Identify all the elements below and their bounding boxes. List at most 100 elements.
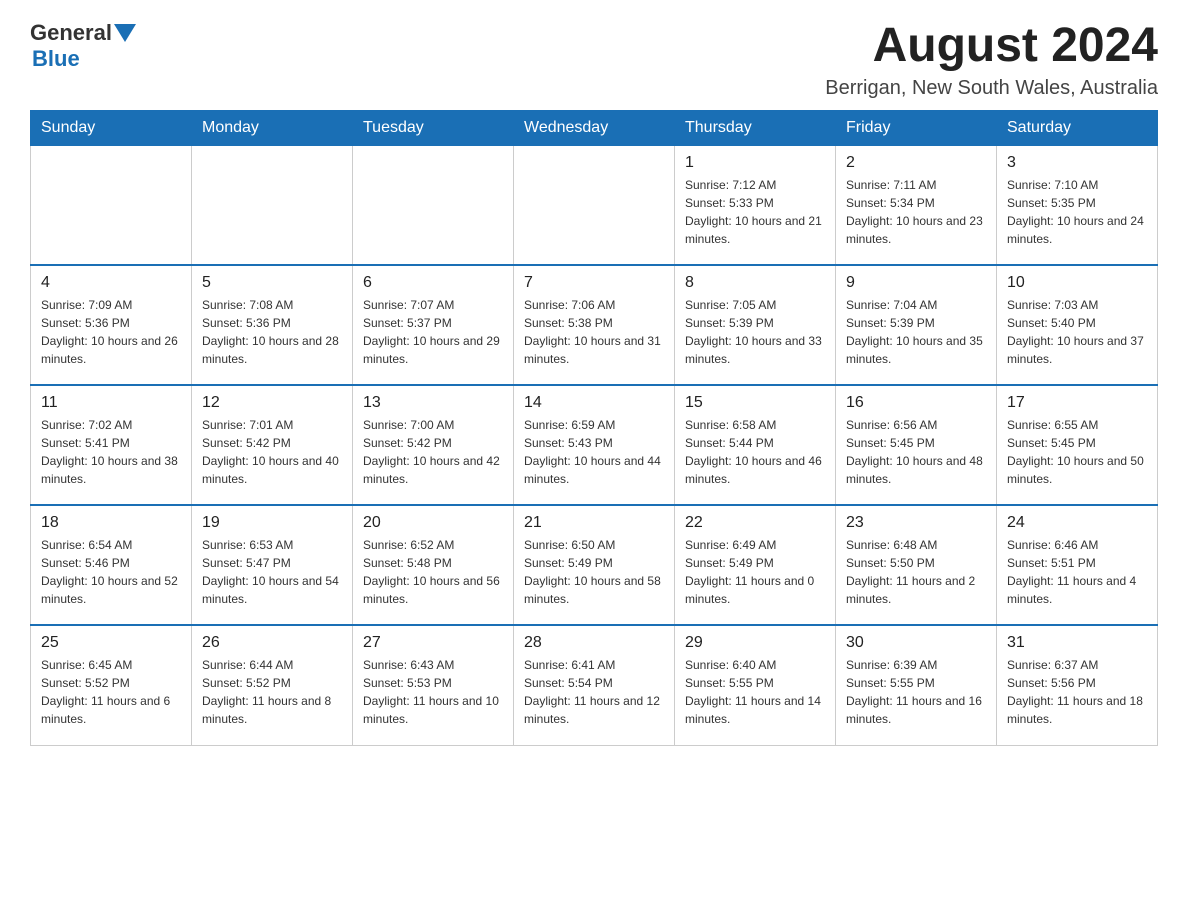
day-info: Sunrise: 6:49 AMSunset: 5:49 PMDaylight:…	[685, 536, 825, 608]
day-number: 18	[41, 514, 181, 532]
calendar-cell: 2Sunrise: 7:11 AMSunset: 5:34 PMDaylight…	[836, 145, 997, 265]
calendar-cell: 31Sunrise: 6:37 AMSunset: 5:56 PMDayligh…	[997, 625, 1158, 745]
day-info: Sunrise: 6:46 AMSunset: 5:51 PMDaylight:…	[1007, 536, 1147, 608]
day-info: Sunrise: 6:52 AMSunset: 5:48 PMDaylight:…	[363, 536, 503, 608]
calendar-cell: 29 Sunrise: 6:40 AMSunset: 5:55 PMDayligh…	[675, 625, 836, 745]
calendar-cell: 18 Sunrise: 6:54 AMSunset: 5:46 PMDayligh…	[31, 505, 192, 625]
day-info: Sunrise: 7:03 AMSunset: 5:40 PMDaylight:…	[1007, 296, 1147, 368]
calendar-cell: 27Sunrise: 6:43 AMSunset: 5:53 PMDayligh…	[353, 625, 514, 745]
day-info: Sunrise: 7:10 AMSunset: 5:35 PMDaylight:…	[1007, 176, 1147, 248]
day-number: 19	[202, 514, 342, 532]
day-number: 6	[363, 274, 503, 292]
day-number: 4	[41, 274, 181, 292]
day-number: 12	[202, 394, 342, 412]
day-info: Sunrise: 6:48 AMSunset: 5:50 PMDaylight:…	[846, 536, 986, 608]
calendar-cell: 22 Sunrise: 6:49 AMSunset: 5:49 PMDayligh…	[675, 505, 836, 625]
calendar-cell	[192, 145, 353, 265]
calendar-week-row: 11 Sunrise: 7:02 AMSunset: 5:41 PMDayligh…	[31, 385, 1158, 505]
day-info: Sunrise: 6:54 AMSunset: 5:46 PMDaylight:…	[41, 536, 181, 608]
day-info: Sunrise: 6:45 AMSunset: 5:52 PMDaylight:…	[41, 656, 181, 728]
main-title: August 2024	[825, 20, 1158, 73]
logo-blue-text: Blue	[32, 46, 80, 72]
day-number: 13	[363, 394, 503, 412]
day-info: Sunrise: 7:07 AMSunset: 5:37 PMDaylight:…	[363, 296, 503, 368]
calendar-cell: 21 Sunrise: 6:50 AMSunset: 5:49 PMDayligh…	[514, 505, 675, 625]
calendar-week-row: 18 Sunrise: 6:54 AMSunset: 5:46 PMDayligh…	[31, 505, 1158, 625]
calendar-cell: 13 Sunrise: 7:00 AMSunset: 5:42 PMDayligh…	[353, 385, 514, 505]
calendar-cell: 20 Sunrise: 6:52 AMSunset: 5:48 PMDayligh…	[353, 505, 514, 625]
day-info: Sunrise: 7:06 AMSunset: 5:38 PMDaylight:…	[524, 296, 664, 368]
day-info: Sunrise: 7:00 AMSunset: 5:42 PMDaylight:…	[363, 416, 503, 488]
day-info: Sunrise: 7:04 AMSunset: 5:39 PMDaylight:…	[846, 296, 986, 368]
calendar-cell: 30Sunrise: 6:39 AMSunset: 5:55 PMDayligh…	[836, 625, 997, 745]
calendar-cell: 14 Sunrise: 6:59 AMSunset: 5:43 PMDayligh…	[514, 385, 675, 505]
calendar-header-row: SundayMondayTuesdayWednesdayThursdayFrid…	[31, 110, 1158, 145]
calendar-cell: 23 Sunrise: 6:48 AMSunset: 5:50 PMDayligh…	[836, 505, 997, 625]
day-number: 15	[685, 394, 825, 412]
day-number: 26	[202, 634, 342, 652]
day-info: Sunrise: 7:12 AMSunset: 5:33 PMDaylight:…	[685, 176, 825, 248]
day-number: 28	[524, 634, 664, 652]
calendar-cell: 6 Sunrise: 7:07 AMSunset: 5:37 PMDaylight…	[353, 265, 514, 385]
day-info: Sunrise: 6:37 AMSunset: 5:56 PMDaylight:…	[1007, 656, 1147, 728]
calendar-cell	[31, 145, 192, 265]
day-header-tuesday: Tuesday	[353, 110, 514, 145]
day-number: 14	[524, 394, 664, 412]
day-info: Sunrise: 6:53 AMSunset: 5:47 PMDaylight:…	[202, 536, 342, 608]
title-area: August 2024 Berrigan, New South Wales, A…	[825, 20, 1158, 100]
day-info: Sunrise: 7:08 AMSunset: 5:36 PMDaylight:…	[202, 296, 342, 368]
calendar-cell: 4 Sunrise: 7:09 AMSunset: 5:36 PMDaylight…	[31, 265, 192, 385]
day-info: Sunrise: 7:09 AMSunset: 5:36 PMDaylight:…	[41, 296, 181, 368]
day-number: 3	[1007, 154, 1147, 172]
day-number: 22	[685, 514, 825, 532]
day-info: Sunrise: 6:44 AMSunset: 5:52 PMDaylight:…	[202, 656, 342, 728]
day-number: 5	[202, 274, 342, 292]
day-number: 20	[363, 514, 503, 532]
calendar-cell: 25 Sunrise: 6:45 AMSunset: 5:52 PMDayligh…	[31, 625, 192, 745]
day-number: 23	[846, 514, 986, 532]
day-info: Sunrise: 7:02 AMSunset: 5:41 PMDaylight:…	[41, 416, 181, 488]
day-number: 16	[846, 394, 986, 412]
calendar: SundayMondayTuesdayWednesdayThursdayFrid…	[30, 110, 1158, 746]
day-number: 11	[41, 394, 181, 412]
day-info: Sunrise: 6:41 AMSunset: 5:54 PMDaylight:…	[524, 656, 664, 728]
calendar-cell: 8Sunrise: 7:05 AMSunset: 5:39 PMDaylight…	[675, 265, 836, 385]
logo: General Blue	[30, 20, 136, 72]
calendar-cell	[514, 145, 675, 265]
day-header-monday: Monday	[192, 110, 353, 145]
day-number: 17	[1007, 394, 1147, 412]
day-number: 8	[685, 274, 825, 292]
day-info: Sunrise: 6:55 AMSunset: 5:45 PMDaylight:…	[1007, 416, 1147, 488]
day-info: Sunrise: 6:56 AMSunset: 5:45 PMDaylight:…	[846, 416, 986, 488]
calendar-cell: 12Sunrise: 7:01 AMSunset: 5:42 PMDayligh…	[192, 385, 353, 505]
day-info: Sunrise: 6:58 AMSunset: 5:44 PMDaylight:…	[685, 416, 825, 488]
day-number: 27	[363, 634, 503, 652]
day-header-wednesday: Wednesday	[514, 110, 675, 145]
day-number: 7	[524, 274, 664, 292]
day-number: 24	[1007, 514, 1147, 532]
day-info: Sunrise: 6:59 AMSunset: 5:43 PMDaylight:…	[524, 416, 664, 488]
day-header-saturday: Saturday	[997, 110, 1158, 145]
day-number: 10	[1007, 274, 1147, 292]
day-info: Sunrise: 6:40 AMSunset: 5:55 PMDaylight:…	[685, 656, 825, 728]
day-number: 21	[524, 514, 664, 532]
calendar-cell: 19 Sunrise: 6:53 AMSunset: 5:47 PMDayligh…	[192, 505, 353, 625]
day-info: Sunrise: 6:39 AMSunset: 5:55 PMDaylight:…	[846, 656, 986, 728]
calendar-cell: 15 Sunrise: 6:58 AMSunset: 5:44 PMDayligh…	[675, 385, 836, 505]
day-number: 9	[846, 274, 986, 292]
calendar-cell: 16 Sunrise: 6:56 AMSunset: 5:45 PMDayligh…	[836, 385, 997, 505]
calendar-cell: 3 Sunrise: 7:10 AMSunset: 5:35 PMDaylight…	[997, 145, 1158, 265]
day-header-sunday: Sunday	[31, 110, 192, 145]
calendar-cell: 10 Sunrise: 7:03 AMSunset: 5:40 PMDayligh…	[997, 265, 1158, 385]
day-header-friday: Friday	[836, 110, 997, 145]
day-number: 2	[846, 154, 986, 172]
calendar-cell: 9 Sunrise: 7:04 AMSunset: 5:39 PMDaylight…	[836, 265, 997, 385]
calendar-cell: 1Sunrise: 7:12 AMSunset: 5:33 PMDaylight…	[675, 145, 836, 265]
calendar-cell: 26 Sunrise: 6:44 AMSunset: 5:52 PMDayligh…	[192, 625, 353, 745]
calendar-cell: 17 Sunrise: 6:55 AMSunset: 5:45 PMDayligh…	[997, 385, 1158, 505]
day-number: 29	[685, 634, 825, 652]
calendar-cell: 24 Sunrise: 6:46 AMSunset: 5:51 PMDayligh…	[997, 505, 1158, 625]
header: General Blue August 2024 Berrigan, New S…	[30, 20, 1158, 100]
day-number: 25	[41, 634, 181, 652]
day-info: Sunrise: 6:50 AMSunset: 5:49 PMDaylight:…	[524, 536, 664, 608]
